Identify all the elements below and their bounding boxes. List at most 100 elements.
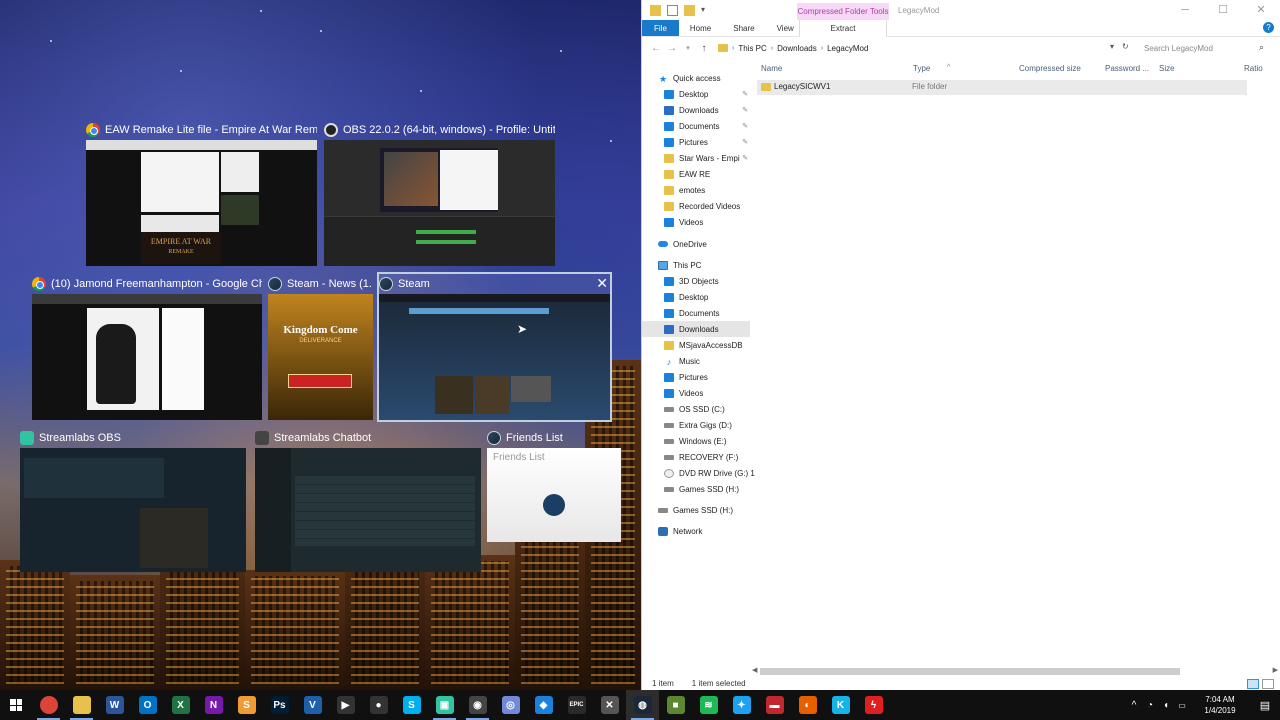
nav-pc-item[interactable]: DVD RW Drive (G:) 1 [642, 465, 755, 481]
nav-quick-item[interactable]: Pictures ✎ [642, 134, 750, 150]
volume-icon[interactable]: ◖ [1158, 700, 1174, 711]
minimize-button[interactable]: ─ [1166, 0, 1204, 20]
start-button[interactable] [0, 690, 32, 720]
refresh-icon[interactable]: ↻ [1122, 42, 1129, 51]
tab-home[interactable]: Home [679, 20, 722, 36]
file-row[interactable]: LegacySICWV1 File folder [757, 80, 1247, 95]
notification-icon[interactable]: ▤ [1250, 699, 1280, 712]
chevron-up-icon[interactable]: ^ [1126, 700, 1142, 711]
breadcrumb-this-pc[interactable]: This PC [738, 44, 766, 53]
nav-pc-item[interactable]: MSjavaAccessDB [642, 337, 750, 353]
taskbar-steam-button[interactable]: ◍ [626, 690, 659, 720]
nav-pc-item[interactable]: ♪ Music [642, 353, 750, 369]
scrollbar-thumb[interactable] [760, 668, 1180, 675]
taskbar-outlook-button[interactable]: O [131, 690, 164, 720]
back-arrow-icon[interactable]: ← [648, 43, 664, 54]
nav-pc-item[interactable]: Downloads [642, 321, 750, 337]
column-size[interactable]: Size [1159, 64, 1175, 73]
new-folder-icon[interactable] [684, 4, 695, 16]
taskbar-skype-button[interactable]: S [395, 690, 428, 720]
column-compressed-size[interactable]: Compressed size [1019, 64, 1081, 73]
scroll-left-icon[interactable]: ◀ [752, 666, 757, 674]
tab-file[interactable]: File [642, 20, 679, 36]
nav-quick-access[interactable]: ★ Quick access [642, 70, 750, 86]
taskbar-minecraft-button[interactable]: ■ [659, 690, 692, 720]
taskbar-video-app-button[interactable]: ▬ [758, 690, 791, 720]
breadcrumb-downloads[interactable]: Downloads [777, 44, 817, 53]
keyboard-icon[interactable]: ▭ [1174, 701, 1190, 710]
properties-icon[interactable] [667, 4, 678, 16]
close-icon[interactable]: ✕ [596, 274, 608, 292]
nav-quick-item[interactable]: Star Wars - Empi ✎ [642, 150, 750, 166]
taskbar-firefox-button[interactable]: ◐ [791, 690, 824, 720]
nav-quick-item[interactable]: EAW RE [642, 166, 750, 182]
task-view-window-eaw-chrome[interactable]: EAW Remake Lite file - Empire At War Rem… [86, 120, 317, 266]
address-bar[interactable]: › This PC › Downloads › LegacyMod [712, 39, 1138, 57]
horizontal-scrollbar[interactable]: ◀ ▶ [750, 666, 1280, 676]
nav-this-pc[interactable]: This PC [642, 257, 750, 273]
nav-quick-item[interactable]: Desktop ✎ [642, 86, 750, 102]
nav-pc-item[interactable]: OS SSD (C:) [642, 401, 750, 417]
wifi-icon[interactable]: ◔ [1142, 700, 1158, 711]
clock[interactable]: 7:04 AM 1/4/2019 [1190, 694, 1250, 716]
taskbar-onenote-button[interactable]: N [197, 690, 230, 720]
taskbar-tool-button[interactable]: ✕ [593, 690, 626, 720]
search-input[interactable]: Search LegacyMod ⌕ [1138, 39, 1270, 57]
taskbar-epic-games-button[interactable]: EPIC [560, 690, 593, 720]
nav-quick-item[interactable]: Videos [642, 214, 750, 230]
close-button[interactable]: ✕ [1242, 0, 1280, 20]
taskbar-app-blue-button[interactable]: ◆ [527, 690, 560, 720]
taskbar-word-button[interactable]: W [98, 690, 131, 720]
column-ratio[interactable]: Ratio [1244, 64, 1263, 73]
taskbar-file-explorer-button[interactable] [65, 690, 98, 720]
nav-pc-item[interactable]: Windows (E:) [642, 433, 750, 449]
forward-arrow-icon[interactable]: → [664, 43, 680, 54]
task-view-window-steam[interactable]: Steam ✕ ➤ [377, 272, 612, 422]
task-view-window-chrome-jamond[interactable]: (10) Jamond Freemanhampton - Google Chro… [32, 274, 262, 420]
tab-share[interactable]: Share [722, 20, 765, 36]
taskbar-vegas-button[interactable]: V [296, 690, 329, 720]
nav-pc-item[interactable]: Desktop [642, 289, 750, 305]
taskbar-kodi-button[interactable]: K [824, 690, 857, 720]
column-type[interactable]: Type [913, 64, 930, 73]
recent-chevron-icon[interactable]: ▾ [680, 44, 696, 52]
up-arrow-icon[interactable]: ↑ [696, 43, 712, 54]
nav-quick-item[interactable]: Documents ✎ [642, 118, 750, 134]
taskbar-streamlabs-obs-button[interactable]: ▣ [428, 690, 461, 720]
breadcrumb-legacymod[interactable]: LegacyMod [827, 44, 868, 53]
help-icon[interactable]: ? [1263, 22, 1274, 33]
taskbar-photoshop-button[interactable]: Ps [263, 690, 296, 720]
nav-pc-item[interactable]: Pictures [642, 369, 750, 385]
task-view-window-obs[interactable]: OBS 22.0.2 (64-bit, windows) - Profile: … [324, 120, 555, 266]
nav-pc-item[interactable]: 3D Objects [642, 273, 750, 289]
nav-pc-item[interactable]: Games SSD (H:) [642, 481, 750, 497]
nav-games-ssd[interactable]: Games SSD (H:) [642, 502, 750, 518]
details-view-icon[interactable] [1247, 679, 1259, 689]
large-icons-view-icon[interactable] [1262, 679, 1274, 689]
address-dropdown-icon[interactable]: ▾ [1110, 42, 1114, 51]
nav-pc-item[interactable]: Documents [642, 305, 750, 321]
chevron-down-icon[interactable]: ▾ [701, 5, 712, 16]
task-view-window-friends-list[interactable]: Friends List Friends List [487, 428, 621, 542]
taskbar-adobe-button[interactable]: ϟ [857, 690, 890, 720]
taskbar-chrome-button[interactable] [32, 690, 65, 720]
taskbar-obs-button[interactable]: ● [362, 690, 395, 720]
column-password[interactable]: Password ... [1105, 64, 1149, 73]
nav-pc-item[interactable]: RECOVERY (F:) [642, 449, 750, 465]
nav-quick-item[interactable]: emotes [642, 182, 750, 198]
nav-quick-item[interactable]: Downloads ✎ [642, 102, 750, 118]
taskbar-discord-button[interactable]: ◎ [494, 690, 527, 720]
nav-onedrive[interactable]: OneDrive [642, 236, 750, 252]
taskbar-streamlabs-chatbot-button[interactable]: ◉ [461, 690, 494, 720]
nav-pc-item[interactable]: Videos [642, 385, 750, 401]
maximize-button[interactable]: ☐ [1204, 0, 1242, 20]
taskbar-sublime-button[interactable]: S [230, 690, 263, 720]
task-view-window-streamlabs-obs[interactable]: Streamlabs OBS [20, 428, 246, 572]
taskbar-spotify-button[interactable]: ≋ [692, 690, 725, 720]
taskbar-twitter-button[interactable]: ✦ [725, 690, 758, 720]
task-view-window-steam-news[interactable]: Steam - News (1... Kingdom Come DELIVERA… [268, 274, 373, 420]
nav-quick-item[interactable]: Recorded Videos [642, 198, 750, 214]
column-name[interactable]: Name [761, 64, 782, 73]
nav-pc-item[interactable]: Extra Gigs (D:) [642, 417, 750, 433]
task-view-window-streamlabs-chatbot[interactable]: Streamlabs Chatbot [255, 428, 481, 572]
